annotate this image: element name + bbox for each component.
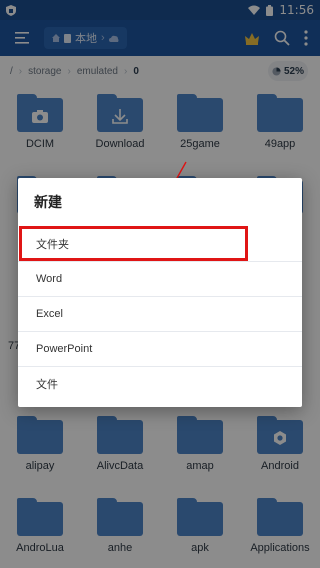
option-label: 文件 xyxy=(36,379,58,391)
new-item-dialog: 新建 文件夹 Word Excel PowerPoint 文件 xyxy=(18,178,302,407)
option-excel[interactable]: Excel xyxy=(18,296,302,331)
option-label: Excel xyxy=(36,308,63,320)
highlight-box xyxy=(19,226,248,261)
option-label: PowerPoint xyxy=(36,343,93,355)
option-file[interactable]: 文件 xyxy=(18,366,302,401)
option-powerpoint[interactable]: PowerPoint xyxy=(18,331,302,366)
option-word[interactable]: Word xyxy=(18,261,302,296)
option-label: Word xyxy=(36,273,63,285)
dialog-title: 新建 xyxy=(34,194,62,210)
